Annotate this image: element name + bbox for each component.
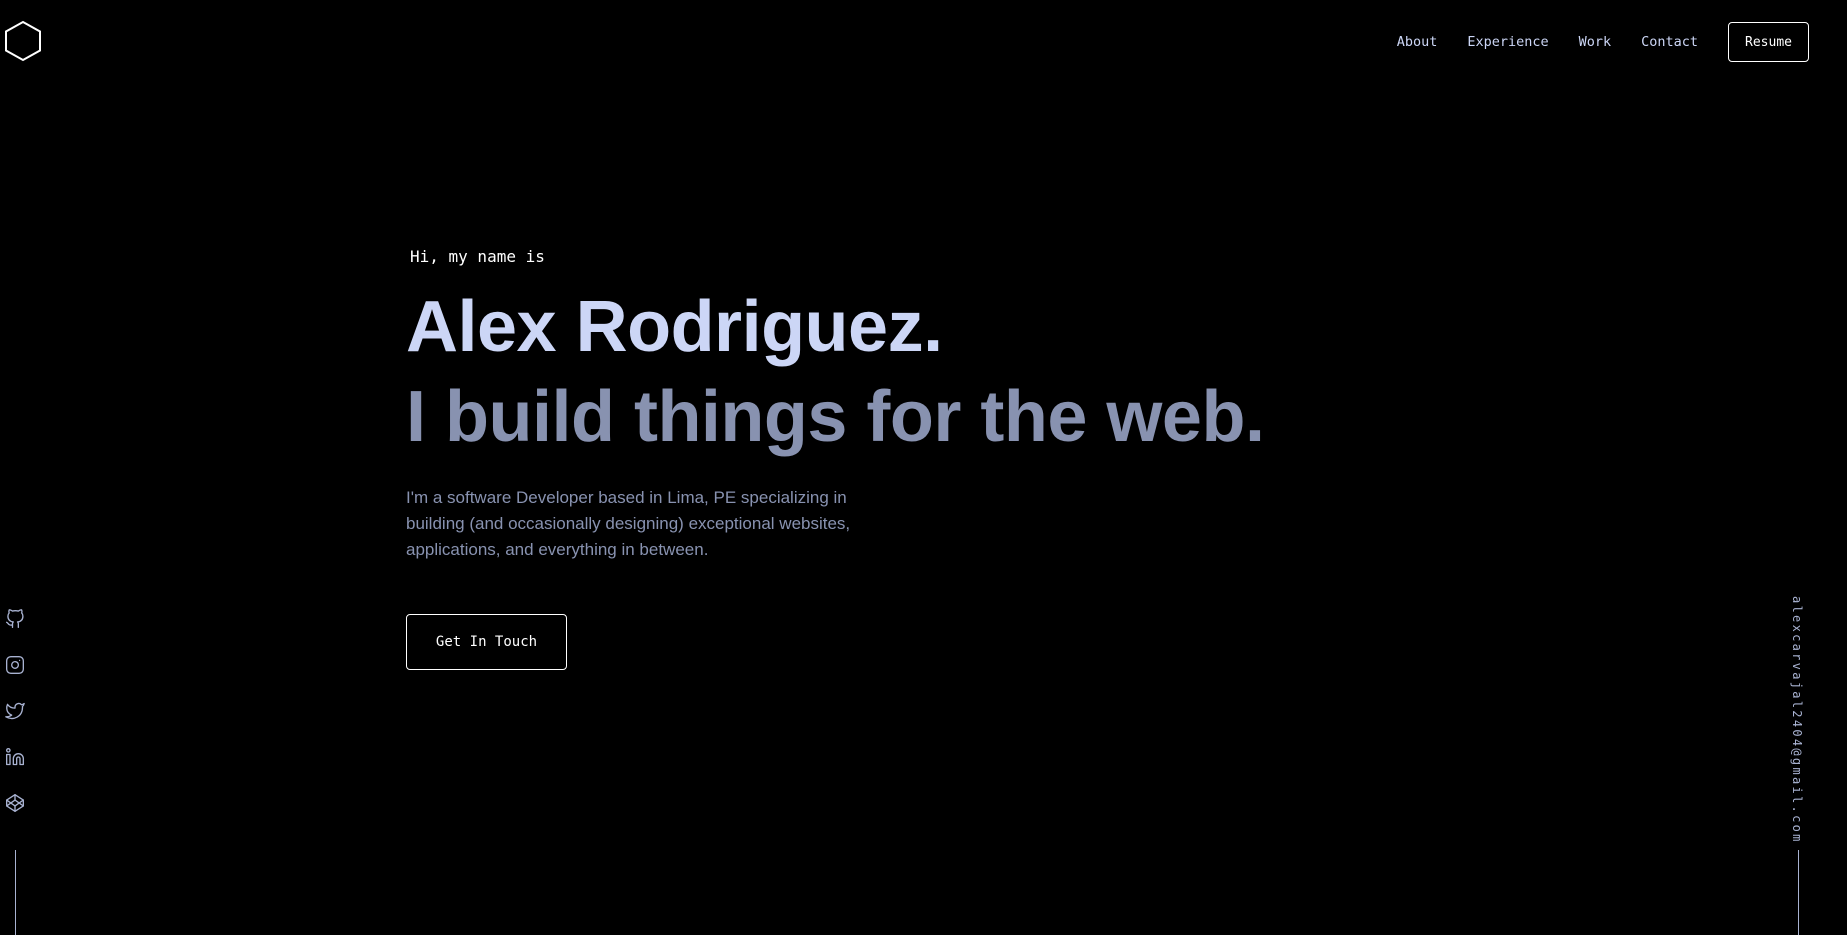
hero-name: Alex Rodriguez. — [406, 287, 943, 367]
linkedin-icon[interactable] — [4, 746, 26, 768]
main-nav: About Experience Work Contact Resume — [1397, 22, 1809, 62]
github-icon[interactable] — [4, 608, 26, 630]
nav-link-work[interactable]: Work — [1579, 34, 1612, 50]
nav-link-about[interactable]: About — [1397, 34, 1438, 50]
nav-link-contact[interactable]: Contact — [1641, 34, 1698, 50]
hero-tagline: I build things for the web. — [406, 377, 1265, 457]
right-rail-line — [1798, 850, 1799, 935]
hero-section: Hi, my name is Alex Rodriguez. I build t… — [406, 247, 1406, 670]
portfolio-page: About Experience Work Contact Resume Hi,… — [0, 0, 1847, 935]
email-link[interactable]: alexcarvajal2404@gmail.com — [1790, 596, 1804, 844]
social-links — [4, 608, 26, 838]
left-rail-line — [15, 850, 16, 935]
hexagon-logo-icon[interactable] — [4, 20, 42, 62]
codepen-icon[interactable] — [4, 792, 26, 814]
get-in-touch-button[interactable]: Get In Touch — [406, 614, 567, 670]
hero-greeting: Hi, my name is — [410, 247, 545, 266]
twitter-icon[interactable] — [4, 700, 26, 722]
resume-button[interactable]: Resume — [1728, 22, 1809, 62]
hero-description: I'm a software Developer based in Lima, … — [406, 488, 851, 559]
instagram-icon[interactable] — [4, 654, 26, 676]
nav-link-experience[interactable]: Experience — [1467, 34, 1548, 50]
